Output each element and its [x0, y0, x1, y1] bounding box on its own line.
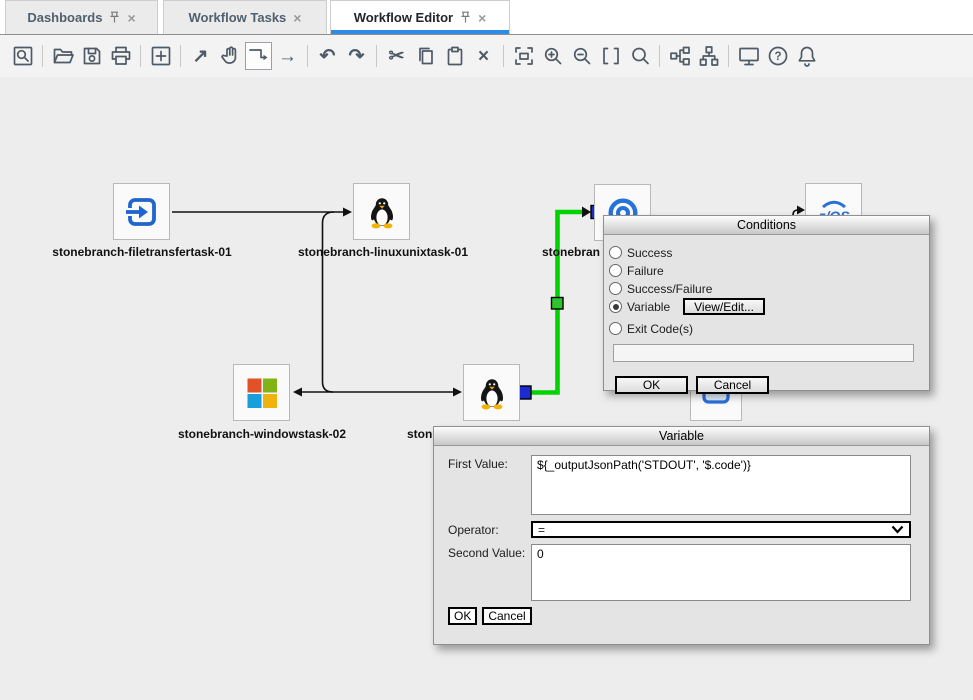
toolbar-separator	[728, 45, 729, 67]
monitor-icon[interactable]	[735, 42, 762, 70]
toolbar-separator	[376, 45, 377, 67]
svg-text:?: ?	[774, 51, 781, 63]
tab-label: Workflow Editor	[354, 10, 453, 25]
active-tab-underline	[331, 30, 509, 34]
option-success[interactable]: Success	[609, 244, 920, 261]
first-value-label: First Value:	[448, 455, 531, 515]
option-exit-codes[interactable]: Exit Code(s)	[609, 320, 920, 337]
search-icon[interactable]	[626, 42, 653, 70]
conditions-dialog: Conditions Success Failure Success/Failu…	[603, 215, 930, 391]
editor-toolbar: ↗ → ↶ ↷ ✂ × ?	[0, 34, 973, 77]
radio-label: Success	[627, 246, 672, 260]
node-label: stonebranch-linuxunixtask-01	[233, 245, 533, 259]
tab-dashboards[interactable]: Dashboards ×	[5, 0, 158, 34]
option-failure[interactable]: Failure	[609, 262, 920, 279]
second-value-label: Second Value:	[448, 544, 531, 601]
toolbar-separator	[307, 45, 308, 67]
option-variable[interactable]: Variable View/Edit...	[609, 298, 920, 315]
open-folder-icon[interactable]	[49, 42, 76, 70]
tab-label: Dashboards	[27, 10, 102, 25]
dialog-title: Conditions	[737, 218, 796, 232]
toolbar-separator	[659, 45, 660, 67]
horizontal-layout-icon[interactable]	[666, 42, 693, 70]
linux-unix-task-icon	[475, 376, 509, 410]
tab-workflow-tasks[interactable]: Workflow Tasks ×	[163, 0, 327, 34]
move-arrow-icon[interactable]: ↗	[187, 42, 214, 70]
tab-workflow-editor[interactable]: Workflow Editor ×	[330, 0, 510, 34]
radio-success-failure[interactable]	[609, 282, 622, 295]
workflow-canvas[interactable]: z/OS stonebranch-filetransfertask	[0, 77, 973, 700]
variable-dialog-titlebar[interactable]: Variable	[434, 427, 929, 446]
close-icon[interactable]: ×	[127, 11, 135, 25]
chevron-down-icon	[891, 523, 904, 537]
copy-icon[interactable]	[412, 42, 439, 70]
notifications-icon[interactable]	[793, 42, 820, 70]
paste-icon[interactable]	[441, 42, 468, 70]
radio-variable[interactable]	[609, 300, 622, 313]
option-success-failure[interactable]: Success/Failure	[609, 280, 920, 297]
connection-midpoint-handle[interactable]	[552, 298, 564, 310]
variable-ok-button[interactable]: OK	[448, 607, 477, 625]
zoom-out-icon[interactable]	[568, 42, 595, 70]
radio-failure[interactable]	[609, 264, 622, 277]
exit-codes-input[interactable]	[613, 344, 914, 362]
fit-to-window-icon[interactable]	[510, 42, 537, 70]
tab-bar: Dashboards × Workflow Tasks × Workflow E…	[0, 0, 973, 34]
toolbar-separator	[140, 45, 141, 67]
conditions-cancel-button[interactable]: Cancel	[696, 376, 769, 394]
zoom-in-icon[interactable]	[539, 42, 566, 70]
conditions-dialog-titlebar[interactable]: Conditions	[604, 216, 929, 235]
variable-dialog: Variable First Value: ${_outputJsonPath(…	[433, 426, 930, 645]
redo-icon[interactable]: ↷	[343, 42, 370, 70]
toolbar-separator	[180, 45, 181, 67]
overview-icon[interactable]	[9, 42, 36, 70]
node-linux-unix-task-2[interactable]	[463, 364, 520, 421]
save-icon[interactable]	[78, 42, 105, 70]
tab-label: Workflow Tasks	[189, 10, 287, 25]
close-icon[interactable]: ×	[478, 11, 486, 25]
radio-label: Exit Code(s)	[627, 322, 693, 336]
toolbar-separator	[42, 45, 43, 67]
file-transfer-task-icon	[122, 192, 162, 232]
add-node-icon[interactable]	[147, 42, 174, 70]
node-windows-task[interactable]	[233, 364, 290, 421]
pan-hand-icon[interactable]	[216, 42, 243, 70]
radio-label: Success/Failure	[627, 282, 712, 296]
undo-icon[interactable]: ↶	[314, 42, 341, 70]
dialog-title: Variable	[659, 429, 704, 443]
operator-value: =	[538, 523, 545, 537]
pin-icon[interactable]	[109, 11, 120, 24]
node-file-transfer-task[interactable]	[113, 183, 170, 240]
delete-icon[interactable]: ×	[470, 42, 497, 70]
linux-unix-task-icon	[365, 195, 399, 229]
node-label-truncated: stonebran	[542, 245, 600, 259]
close-icon[interactable]: ×	[293, 11, 301, 25]
radio-success[interactable]	[609, 246, 622, 259]
node-label: stonebranch-windowstask-02	[112, 427, 412, 441]
radio-exit-codes[interactable]	[609, 322, 622, 335]
view-edit-button[interactable]: View/Edit...	[683, 298, 765, 315]
toolbar-separator	[503, 45, 504, 67]
help-icon[interactable]: ?	[764, 42, 791, 70]
elbow-connector-icon[interactable]	[245, 42, 272, 70]
actual-size-icon[interactable]	[597, 42, 624, 70]
pin-icon[interactable]	[460, 11, 471, 24]
vertical-layout-icon[interactable]	[695, 42, 722, 70]
radio-label: Variable	[627, 300, 670, 314]
variable-cancel-button[interactable]: Cancel	[482, 607, 531, 625]
conditions-ok-button[interactable]: OK	[615, 376, 688, 394]
node-label-truncated: ston	[407, 427, 432, 441]
windows-task-icon	[245, 376, 279, 410]
operator-label: Operator:	[448, 521, 531, 538]
node-linux-unix-task-1[interactable]	[353, 183, 410, 240]
second-value-textarea[interactable]: 0	[531, 544, 911, 601]
first-value-textarea[interactable]: ${_outputJsonPath('STDOUT', '$.code')}	[531, 455, 911, 515]
cut-icon[interactable]: ✂	[383, 42, 410, 70]
print-icon[interactable]	[107, 42, 134, 70]
straight-connector-icon[interactable]: →	[274, 42, 301, 70]
radio-label: Failure	[627, 264, 664, 278]
operator-select[interactable]: =	[531, 521, 911, 538]
